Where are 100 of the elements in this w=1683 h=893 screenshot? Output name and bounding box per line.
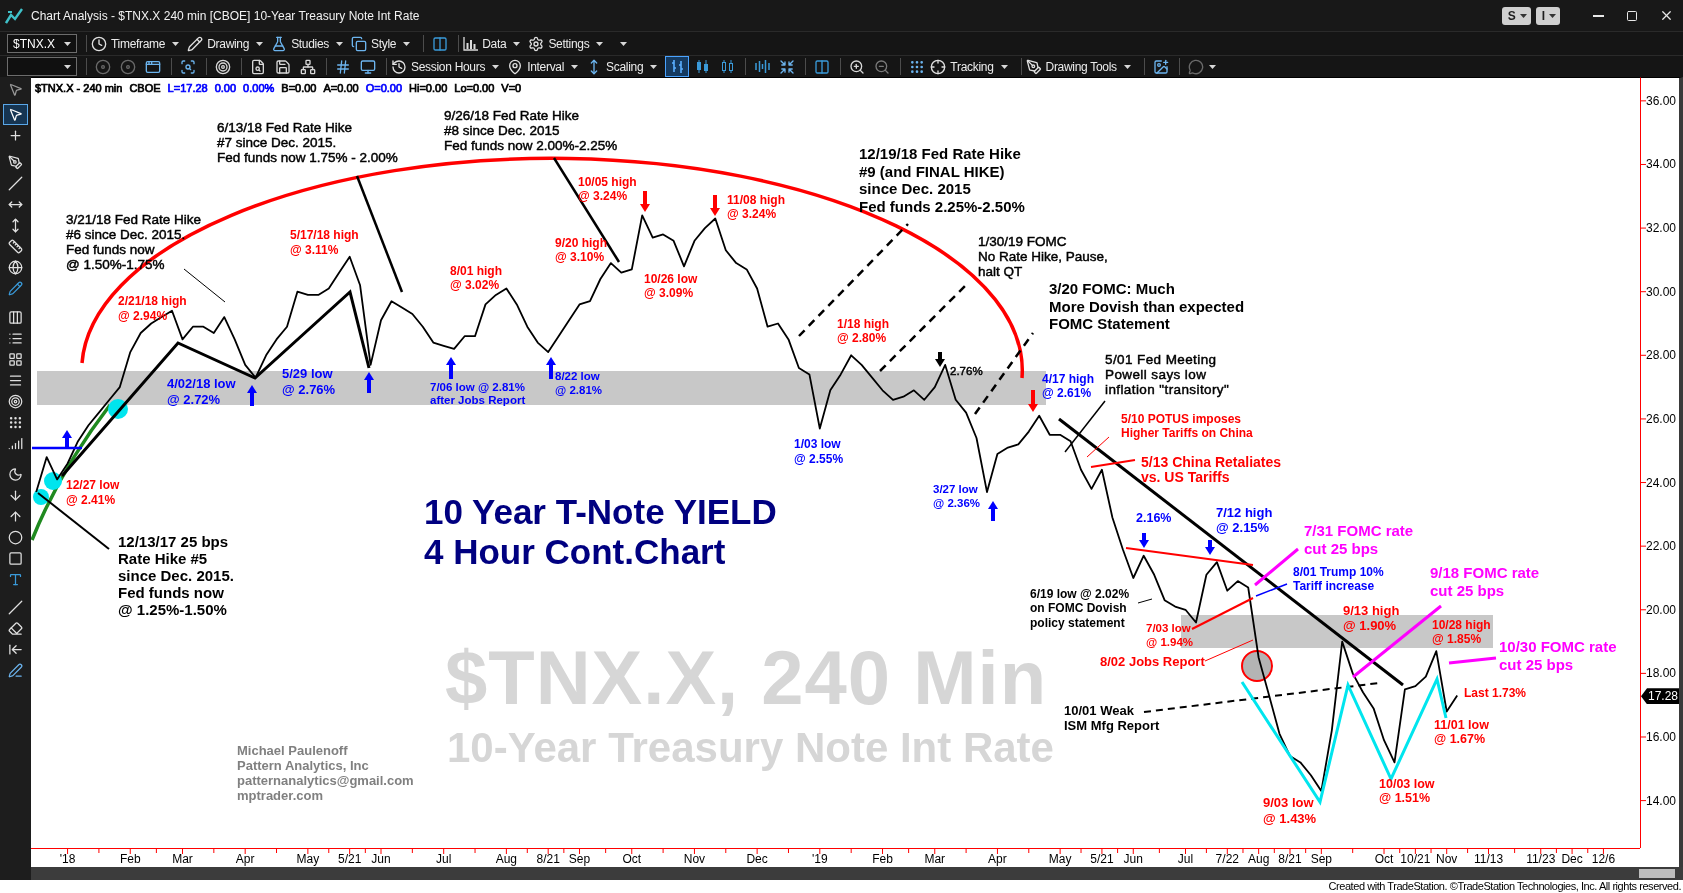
minimize-icon (1592, 14, 1604, 17)
ask-value: A=0.00 (323, 82, 359, 95)
annotation-text: 5/13 China Retaliates vs. US Tariffs (1141, 455, 1282, 485)
annotation-text: 12/13/17 25 bps Rate Hike #5 since Dec. 2015. Fed funds now @ 1.25%-1.50% (118, 533, 234, 618)
annotation-text: 7/12 high @ 2.15% (1216, 505, 1273, 535)
price-tick-label: 26.00 (1646, 411, 1677, 426)
annotation-text: 10/03 low @ 1.51% (1379, 777, 1435, 805)
time-tick-label: 10/21 (1400, 852, 1431, 866)
caret-icon (1519, 13, 1527, 18)
annotation-text: 11/08 high @ 3.24% (727, 193, 786, 221)
exchange-label: CBOE (129, 82, 161, 95)
caret-icon (403, 41, 411, 46)
picture-circle-marker (108, 399, 128, 419)
pen-icon (8, 663, 23, 678)
disc-icon (120, 58, 136, 75)
time-tick-label: Mar (172, 852, 193, 866)
annotation-text: 11/01 low @ 1.67% (1434, 718, 1489, 746)
circle-icon (8, 530, 23, 545)
menu-button[interactable]: Drawing (187, 33, 266, 54)
menu-button[interactable]: Session Hours (391, 56, 502, 77)
signal-bars-icon (8, 436, 23, 451)
pin-icon (507, 58, 524, 75)
dropdown-button[interactable]: S (1501, 6, 1531, 25)
menu-button[interactable]: Settings (528, 33, 606, 54)
target-icon (8, 394, 23, 409)
annotation-text: Last 1.73% (1464, 686, 1527, 700)
annotation-text: 7/03 low @ 1.94% (1146, 622, 1194, 649)
symbol-field[interactable]: $TNX.X (7, 34, 77, 53)
menu-button[interactable]: Studies (271, 33, 346, 54)
copyright-text: Created with TradeStation. ©TradeStation Technologies, Inc. All rights reserved. (1328, 880, 1681, 893)
high-value: Hi=0.00 (409, 82, 448, 95)
time-tick-label: Jul (1177, 852, 1194, 866)
price-tick-label: 24.00 (1646, 475, 1677, 490)
dropdown-button[interactable]: I (1535, 6, 1560, 25)
time-tick-label: Nov (1436, 852, 1458, 866)
price-tick-label: 28.00 (1646, 348, 1677, 363)
time-tick-label: Sep (568, 852, 591, 866)
menu-button[interactable]: Style (351, 33, 413, 54)
bid-value: B=0.00 (281, 82, 317, 95)
annotation-text: 1/18 high @ 2.80% (837, 318, 889, 345)
low-value: Lo=0.00 (454, 82, 495, 95)
arrow-left-icon (8, 642, 23, 657)
annotation-text: 7/31 FOMC rate cut 25 bps (1304, 522, 1414, 557)
change-percent-value: 0.00% (243, 82, 275, 95)
picture-up-arrow-icon (364, 372, 374, 393)
time-tick-label: '18 (59, 852, 76, 866)
caret-icon (172, 41, 180, 46)
annotation-text: 12/19/18 Fed Rate Hike #9 (and FINAL HIKE) since Dec. 2015 Fed funds 2.25%-2.50% (859, 145, 1025, 215)
time-tick-label: Apr (988, 852, 1007, 866)
picture-down-arrow-icon (1028, 390, 1038, 412)
drawing-tool-button[interactable] (3, 104, 28, 125)
chart-style-button[interactable] (665, 56, 690, 77)
price-tick-label: 36.00 (1646, 93, 1677, 108)
change-value: 0.00 (214, 82, 237, 95)
file-search-icon (250, 58, 266, 75)
annotation-text: 4/02/18 low @ 2.72% (167, 376, 236, 407)
picture-up-arrow-icon (546, 357, 556, 379)
time-tick-label: 5/21 (338, 852, 362, 866)
app-window-icon (145, 58, 161, 75)
menu-button[interactable]: Data (463, 33, 523, 54)
grid-icon (8, 352, 23, 367)
annotation-text: 3/27 low @ 2.36% (933, 483, 981, 510)
price-tick-label: 32.00 (1646, 221, 1677, 236)
time-tick-label: Jul (436, 852, 452, 866)
pointer-icon (8, 107, 23, 122)
annotation-text: 9/13 high @ 1.90% (1343, 603, 1400, 633)
clock-icon (91, 35, 107, 52)
shrink-icon (779, 58, 796, 75)
time-tick-label: Dec (746, 852, 768, 866)
scrollbar-thumb[interactable] (1639, 869, 1675, 878)
globe-icon (8, 260, 23, 275)
annotation-text: 12/27 low @ 2.41% (66, 478, 120, 507)
picture-up-arrow-icon (988, 501, 998, 521)
menu-button[interactable]: Timeframe (91, 33, 182, 54)
time-tick-label: Dec (1561, 852, 1583, 866)
annotation-text: 10/28 high @ 1.85% (1432, 618, 1491, 647)
time-tick-label: 12/6 (1591, 852, 1616, 866)
symbol-label: $TNX.X - 240 min (35, 82, 123, 95)
annotation-text: 5/17/18 high @ 3.11% (290, 228, 359, 257)
ruler-icon (8, 239, 23, 254)
caret-icon (64, 64, 71, 69)
time-tick-label: 11/13 (1473, 852, 1504, 866)
up-arrow-icon (8, 509, 23, 524)
pencil-icon (187, 35, 204, 52)
window-title: Chart Analysis - $TNX.X 240 min [CBOE] 10-Year Treasury Note Int Rate (31, 8, 420, 23)
plus-icon (8, 128, 23, 143)
time-tick-label: Jun (371, 852, 391, 866)
time-tick-label: May (296, 852, 320, 866)
columns-icon (8, 310, 23, 325)
time-tick-label: Mar (924, 852, 946, 866)
menu-button[interactable]: Scaling (586, 56, 660, 77)
down-arrow-icon (8, 488, 23, 503)
menu-button[interactable]: Drawing Tools (1025, 56, 1133, 77)
history-icon (391, 58, 407, 75)
annotation-text: 8/02 Jobs Report (1100, 654, 1205, 669)
dropdown-field[interactable] (7, 57, 77, 76)
picture-up-arrow-icon (446, 357, 456, 379)
scrollbar[interactable] (31, 867, 1683, 880)
menu-button[interactable]: Interval (507, 56, 581, 77)
menu-button[interactable]: Tracking (930, 56, 1010, 77)
